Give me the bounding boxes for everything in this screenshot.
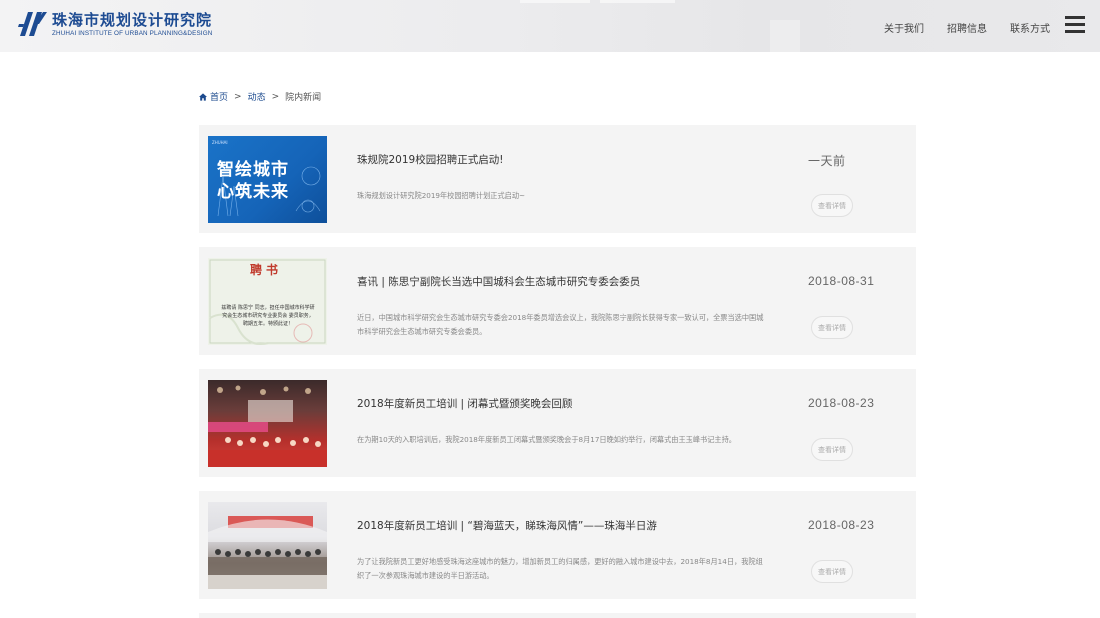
news-item[interactable]: 2018年度新员工培训 | “碧海蓝天，睇珠海风情”——珠海半日游 为了让我院新… [199, 491, 916, 599]
news-date: 2018-08-31 [808, 274, 875, 288]
news-date: 2018-08-23 [808, 518, 875, 532]
news-thumbnail[interactable] [208, 380, 327, 467]
news-date: 一天前 [808, 154, 846, 168]
logo-english-name: ZHUHAI INSTITUTE OF URBAN PLANNING&DESIG… [52, 29, 213, 37]
news-summary: 近日，中国城市科学研究会生态城市研究专委会2018年委员增选会议上，我院陈思宁副… [357, 313, 764, 336]
home-icon [199, 92, 207, 101]
news-summary: 为了让我院新员工更好地感受珠海这座城市的魅力，增加新员工的归属感，更好的融入城市… [357, 557, 763, 580]
news-date: 2018-08-23 [808, 396, 875, 410]
view-details-button[interactable]: 查看详情 [811, 560, 853, 583]
view-details-button[interactable]: 查看详情 [811, 194, 853, 217]
news-item[interactable]: 2018年度新员工培训 | 闭幕式暨颁奖晚会回顾 在为期10天的入职培训后，我院… [199, 369, 916, 477]
news-list: ZHUHAI 智绘城市 心筑未来 珠规院2019校园招聘正式启动! 珠海规划设计… [199, 125, 916, 618]
group-photo-graphic [208, 516, 327, 589]
main-nav: 关于我们 招聘信息 联系方式 [861, 20, 1050, 35]
nav-contact[interactable]: 联系方式 [1010, 20, 1050, 35]
view-details-button[interactable]: 查看详情 [811, 316, 853, 339]
nav-about[interactable]: 关于我们 [884, 20, 924, 35]
news-item[interactable] [199, 613, 916, 618]
thumbnail-headline: 心筑未来 [217, 182, 289, 202]
news-title[interactable]: 2018年度新员工培训 | 闭幕式暨颁奖晚会回顾 [357, 396, 572, 411]
site-logo[interactable]: 珠海市规划设计研究院 ZHUHAI INSTITUTE OF URBAN PLA… [18, 10, 212, 38]
certificate-text: 兹聘请 陈思宁 同志，担任中国城市科学研究会生态城市研究专业委员会 委员职务，聘… [221, 305, 315, 327]
certificate-title: 聘书 [250, 263, 283, 277]
news-thumbnail[interactable]: ZHUHAI 智绘城市 心筑未来 [208, 136, 327, 223]
header-decoration [600, 0, 675, 3]
breadcrumb-current: 院内新闻 [285, 93, 322, 103]
hamburger-menu-icon[interactable] [1065, 16, 1085, 34]
breadcrumb-separator: > [271, 91, 280, 102]
nav-recruitment[interactable]: 招聘信息 [947, 20, 987, 35]
logo-chinese-name: 珠海市规划设计研究院 [52, 10, 213, 29]
news-title[interactable]: 2018年度新员工培训 | “碧海蓝天，睇珠海风情”——珠海半日游 [357, 518, 657, 533]
news-summary: 珠海规划设计研究院2019年校园招聘计划正式启动~ [357, 191, 526, 200]
news-item[interactable]: 聘书 兹聘请 陈思宁 同志，担任中国城市科学研究会生态城市研究专业委员会 委员职… [199, 247, 916, 355]
news-item[interactable]: ZHUHAI 智绘城市 心筑未来 珠规院2019校园招聘正式启动! 珠海规划设计… [199, 125, 916, 233]
logo-mark-icon [18, 12, 47, 36]
news-thumbnail[interactable]: 聘书 兹聘请 陈思宁 同志，担任中国城市科学研究会生态城市研究专业委员会 委员职… [208, 258, 327, 345]
breadcrumb-separator: > [234, 91, 242, 102]
breadcrumb: 首页 > 动态 > 院内新闻 [199, 90, 321, 103]
breadcrumb-section[interactable]: 动态 [248, 90, 266, 103]
news-title[interactable]: 喜讯 | 陈思宁副院长当选中国城科会生态城市研究专委会委员 [357, 274, 640, 289]
news-thumbnail[interactable] [208, 502, 327, 589]
site-header: 珠海市规划设计研究院 ZHUHAI INSTITUTE OF URBAN PLA… [0, 0, 1100, 52]
news-summary: 在为期10天的入职培训后，我院2018年度新员工闭幕式暨颁奖晚会于8月17日晚如… [357, 435, 736, 444]
view-details-button[interactable]: 查看详情 [811, 438, 853, 461]
news-title[interactable]: 珠规院2019校园招聘正式启动! [357, 152, 503, 167]
gala-photo-graphic [208, 385, 327, 467]
breadcrumb-home[interactable]: 首页 [210, 90, 228, 103]
header-decoration [520, 0, 590, 3]
header-decoration [770, 20, 800, 52]
